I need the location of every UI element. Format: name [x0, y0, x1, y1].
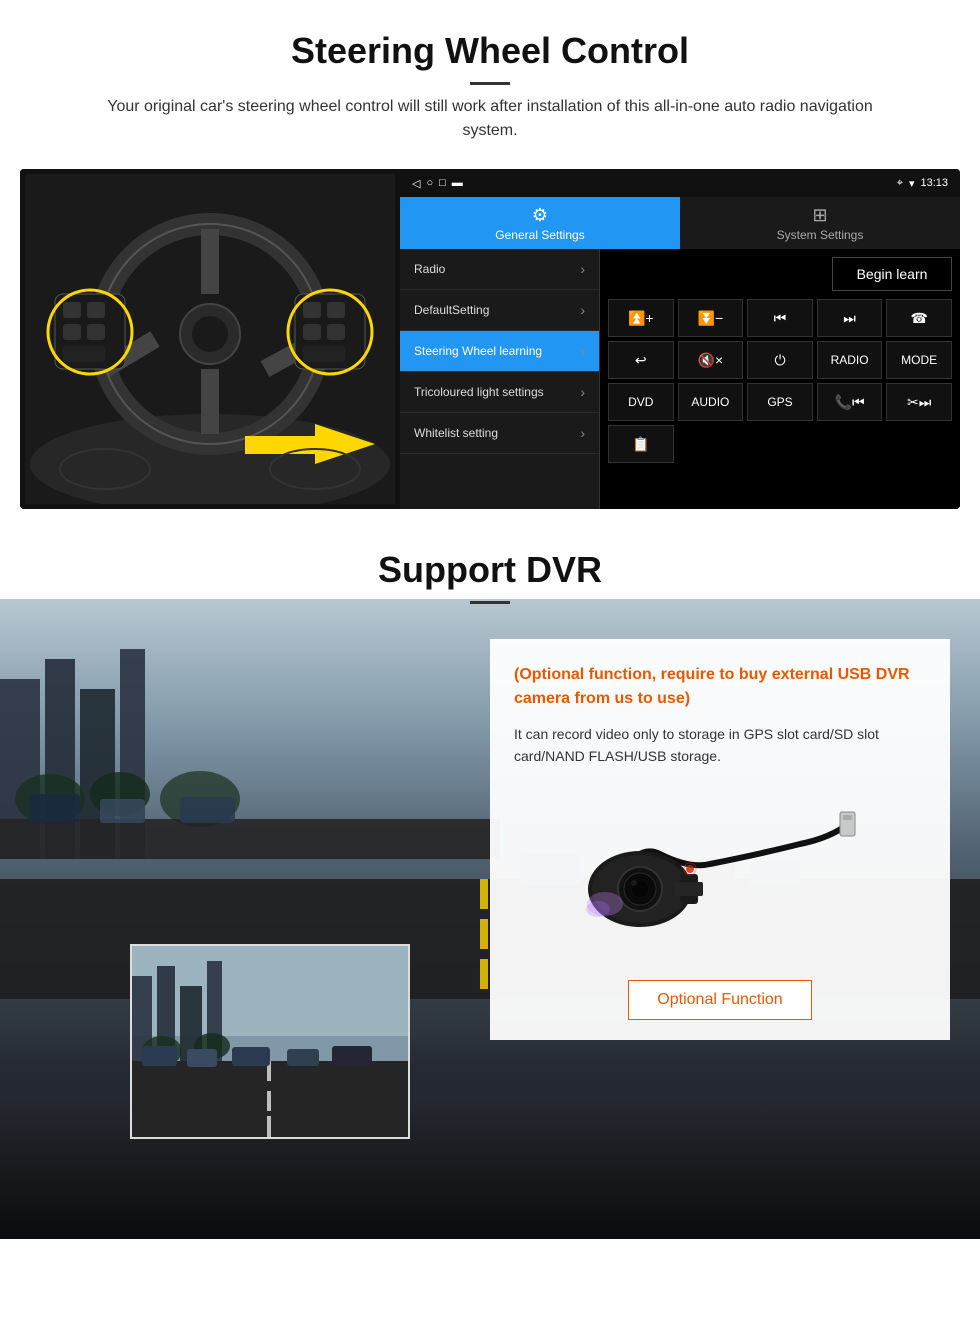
section1-desc: Your original car's steering wheel contr… [90, 95, 890, 143]
steering-photo [20, 169, 400, 509]
ctrl-prev-track[interactable]: ⏮ [747, 299, 813, 337]
settings-menu: Radio › DefaultSetting › Steering Wheel … [400, 249, 600, 509]
tab-system-settings[interactable]: ⊞ System Settings [680, 197, 960, 249]
tab-system-label: System Settings [777, 228, 864, 242]
menu-tricoloured-arrow: › [580, 384, 585, 400]
tab-general-settings[interactable]: ⚙ General Settings [400, 197, 680, 249]
dvr-inset-preview [130, 944, 410, 1139]
statusbar-status-icons: ⌖ ▾ 13:13 [897, 177, 948, 190]
dvr-body-text: It can record video only to storage in G… [514, 723, 926, 768]
menu-icon: ▬ [452, 177, 463, 189]
dvr-info-box: (Optional function, require to buy exter… [490, 639, 950, 1040]
ctrl-mode[interactable]: MODE [886, 341, 952, 379]
statusbar-nav-icons: ◁ ○ □ ▬ [412, 177, 463, 190]
menu-radio-label: Radio [414, 262, 445, 276]
ctrl-power[interactable]: ⏻ [747, 341, 813, 379]
steering-wheel-svg [25, 174, 395, 504]
ctrl-back[interactable]: ↩ [608, 341, 674, 379]
menu-default-label: DefaultSetting [414, 303, 489, 317]
control-row-4: 📋 [608, 425, 952, 463]
android-panel: ◁ ○ □ ▬ ⌖ ▾ 13:13 ⚙ General Settings [400, 169, 960, 509]
gps-icon: ⌖ [897, 177, 903, 190]
ctrl-radio[interactable]: RADIO [817, 341, 883, 379]
ctrl-mute[interactable]: 🔇× [678, 341, 744, 379]
recent-icon: □ [439, 177, 446, 189]
tab-general-label: General Settings [495, 228, 584, 242]
menu-item-defaultsetting[interactable]: DefaultSetting › [400, 290, 599, 331]
menu-whitelist-label: Whitelist setting [414, 426, 498, 440]
menu-item-tricoloured[interactable]: Tricoloured light settings › [400, 372, 599, 413]
menu-whitelist-arrow: › [580, 425, 585, 441]
begin-learn-row: Begin learn [608, 257, 952, 291]
gear-icon: ⚙ [532, 205, 548, 226]
back-icon: ◁ [412, 177, 420, 190]
dvr-title: Support DVR [20, 549, 960, 591]
ctrl-dvd[interactable]: DVD [608, 383, 674, 421]
menu-radio-arrow: › [580, 261, 585, 277]
ctrl-vol-up[interactable]: ⏫+ [608, 299, 674, 337]
control-panel: Begin learn ⏫+ ⏬− ⏮ ⏭ ☎ ↩ 🔇× ⏻ [600, 249, 960, 509]
menu-steering-label: Steering Wheel learning [414, 344, 542, 358]
ctrl-phone-prev[interactable]: 📞⏮ [817, 383, 883, 421]
menu-default-arrow: › [580, 302, 585, 318]
dvr-section: Support DVR [0, 519, 980, 1239]
system-icon: ⊞ [812, 205, 827, 226]
steering-photo-inner [20, 169, 400, 509]
steering-section: Steering Wheel Control Your original car… [0, 0, 980, 509]
time-display: 13:13 [920, 177, 948, 189]
begin-learn-button[interactable]: Begin learn [832, 257, 952, 291]
section1-header: Steering Wheel Control Your original car… [0, 0, 980, 169]
dvr-inset-svg [132, 946, 410, 1139]
ctrl-next-track[interactable]: ⏭ [817, 299, 883, 337]
android-content: Radio › DefaultSetting › Steering Wheel … [400, 249, 960, 509]
dvr-divider [470, 601, 510, 604]
menu-item-steering[interactable]: Steering Wheel learning › [400, 331, 599, 372]
home-icon: ○ [426, 177, 433, 189]
ctrl-phone[interactable]: ☎ [886, 299, 952, 337]
ctrl-extra[interactable]: 📋 [608, 425, 674, 463]
menu-item-radio[interactable]: Radio › [400, 249, 599, 290]
ctrl-audio[interactable]: AUDIO [678, 383, 744, 421]
ctrl-vol-down[interactable]: ⏬− [678, 299, 744, 337]
section1-title: Steering Wheel Control [20, 30, 960, 72]
android-statusbar: ◁ ○ □ ▬ ⌖ ▾ 13:13 [400, 169, 960, 197]
dvr-camera-image [514, 784, 926, 964]
dvr-camera-svg [580, 794, 860, 954]
control-row-1: ⏫+ ⏬− ⏮ ⏭ ☎ [608, 299, 952, 337]
dvr-optional-text: (Optional function, require to buy exter… [514, 663, 926, 711]
section1-divider [470, 82, 510, 85]
control-row-2: ↩ 🔇× ⏻ RADIO MODE [608, 341, 952, 379]
android-tabs: ⚙ General Settings ⊞ System Settings [400, 197, 960, 249]
dvr-header: Support DVR [0, 519, 980, 624]
menu-tricoloured-label: Tricoloured light settings [414, 385, 544, 399]
control-row-3: DVD AUDIO GPS 📞⏮ ✂⏭ [608, 383, 952, 421]
ctrl-cut-next[interactable]: ✂⏭ [886, 383, 952, 421]
wifi-icon: ▾ [909, 177, 915, 190]
menu-item-whitelist[interactable]: Whitelist setting › [400, 413, 599, 454]
ctrl-gps[interactable]: GPS [747, 383, 813, 421]
menu-steering-arrow: › [580, 343, 585, 359]
steering-demo: ◁ ○ □ ▬ ⌖ ▾ 13:13 ⚙ General Settings [20, 169, 960, 509]
optional-function-button[interactable]: Optional Function [628, 980, 811, 1020]
